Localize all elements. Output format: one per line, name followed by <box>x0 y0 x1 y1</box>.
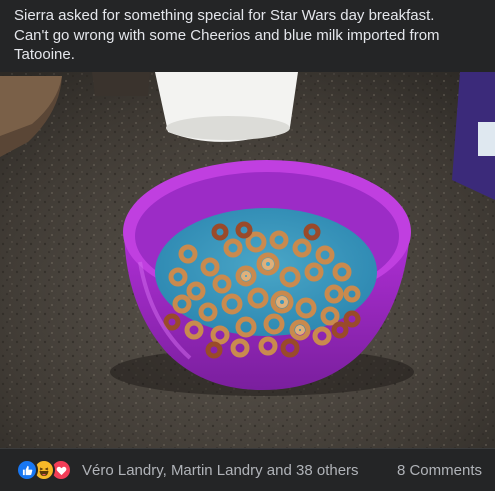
reaction-icons[interactable] <box>16 459 72 481</box>
comments-link[interactable]: 8 Comments <box>397 462 482 479</box>
cereal-bowl-photo <box>0 72 495 448</box>
post-footer: Véro Landry, Martin Landry and 38 others… <box>0 448 495 491</box>
reaction-names[interactable]: Véro Landry, Martin Landry and 38 others <box>82 462 397 479</box>
post-card: Sierra asked for something special for S… <box>0 0 495 491</box>
post-photo[interactable] <box>0 72 495 448</box>
post-caption: Sierra asked for something special for S… <box>14 7 440 63</box>
like-icon <box>16 459 38 481</box>
